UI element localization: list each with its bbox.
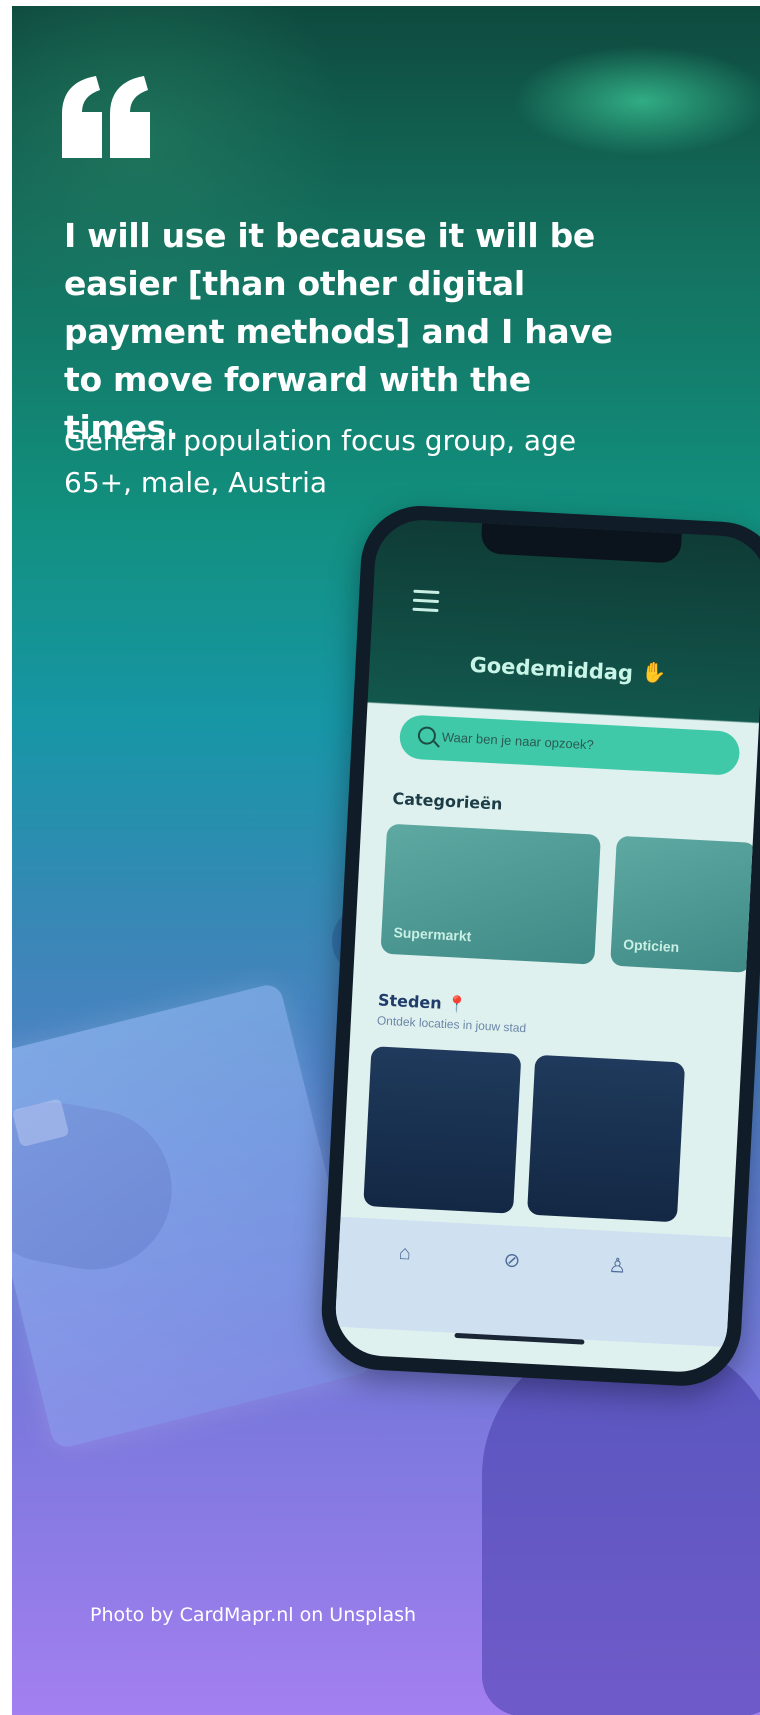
pin-icon: 📍 (446, 994, 468, 1015)
app-search-bar: Waar ben je naar opzoek? (398, 714, 741, 776)
search-icon (417, 726, 437, 746)
payment-card (12, 982, 376, 1450)
quote-text: I will use it because it will be easier … (64, 216, 613, 447)
app-category-card: Supermarkt (380, 823, 601, 965)
quote-attribution: General population focus group, age 65+,… (64, 424, 577, 499)
card-chip (12, 1098, 70, 1148)
app-city-card (526, 1054, 686, 1223)
profile-icon: ♙ (607, 1254, 627, 1278)
app-tab-bar: ⌂ ⊘ ♙ (334, 1216, 733, 1348)
smartphone: Goedemiddag ✋ Waar ben je naar opzoek? C… (318, 503, 760, 1389)
open-quote-icon (62, 76, 150, 158)
home-icon: ⌂ (398, 1241, 412, 1265)
right-hand (482, 1336, 760, 1715)
background-light (512, 46, 760, 156)
photo-credit: Photo by CardMapr.nl on Unsplash (90, 1604, 417, 1626)
app-category-label: Opticien (622, 936, 680, 956)
quote-poster: Goedemiddag ✋ Waar ben je naar opzoek? C… (12, 6, 760, 1715)
waving-hand-icon: ✋ (640, 661, 667, 686)
app-category-label: Supermarkt (393, 924, 472, 945)
app-cities-subtitle: Ontdek locaties in jouw stad (376, 1013, 527, 1036)
phone-notch (480, 523, 682, 564)
app-cities-title: Steden 📍 (377, 990, 468, 1015)
compass-icon: ⊘ (502, 1249, 521, 1273)
phone-screen: Goedemiddag ✋ Waar ben je naar opzoek? C… (333, 517, 760, 1375)
app-category-card: Opticien (610, 835, 757, 973)
app-greeting: Goedemiddag (469, 652, 634, 686)
app-search-placeholder: Waar ben je naar opzoek? (441, 729, 595, 753)
menu-icon (412, 589, 440, 618)
app-city-card (363, 1046, 522, 1214)
app-categories-title: Categorieën (392, 788, 503, 814)
